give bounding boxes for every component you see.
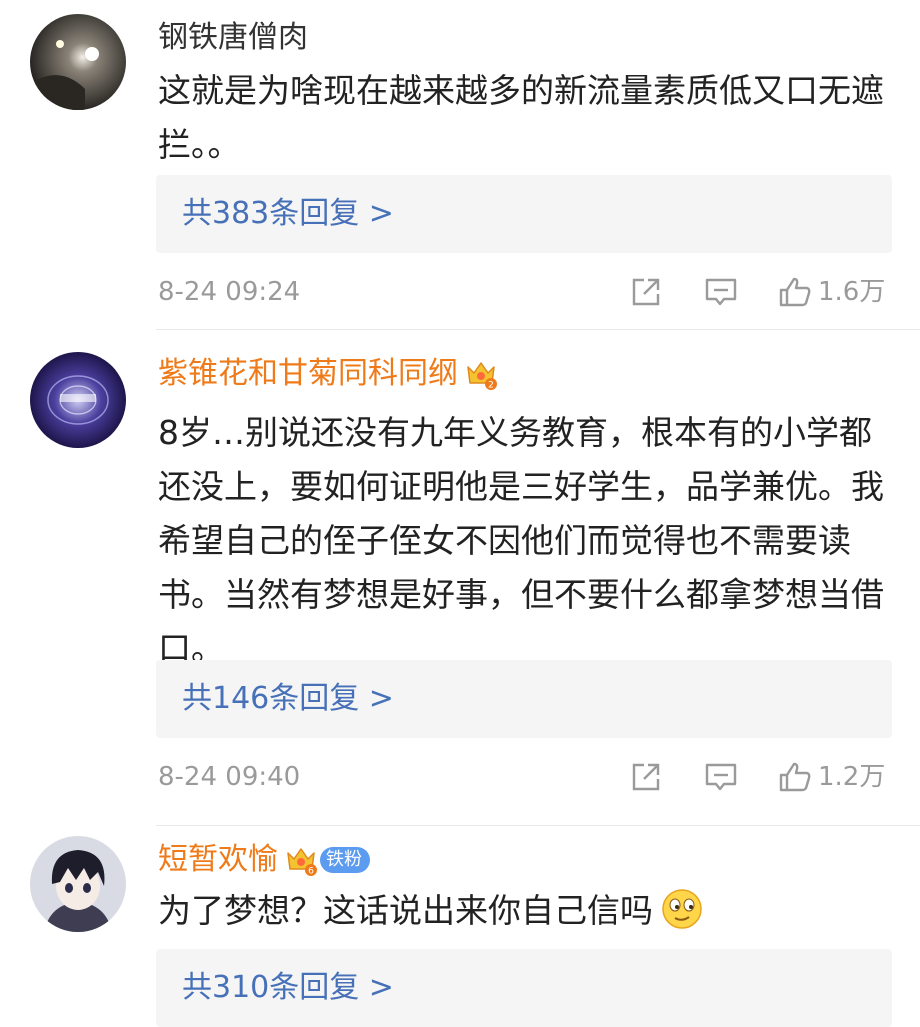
- smirk-face-emoji-icon: [662, 889, 702, 929]
- share-button[interactable]: [630, 276, 662, 308]
- username[interactable]: 紫锥花和甘菊同科同纲: [158, 354, 458, 394]
- comment-meta: 8-24 09:24 1.6万: [158, 272, 892, 312]
- vip-crown-icon: 6: [287, 848, 317, 877]
- like-button[interactable]: 1.6万: [778, 276, 885, 308]
- comment-icon: [705, 278, 737, 306]
- reply-count-link[interactable]: 共383条回复 >: [182, 175, 394, 253]
- comment-text: 8岁…别说还没有九年义务教育，根本有的小学都还没上，要如何证明他是三好学生，品学…: [158, 413, 884, 668]
- avatar[interactable]: [30, 14, 126, 110]
- comment-text: 这就是为啥现在越来越多的新流量素质低又口无遮拦。。: [158, 71, 884, 164]
- username[interactable]: 短暂欢愉: [158, 840, 278, 880]
- fan-badge: 铁粉: [320, 847, 370, 873]
- thumbs-up-icon: [779, 277, 811, 307]
- avatar[interactable]: [30, 836, 126, 932]
- comment-text: 为了梦想？这话说出来你自己信吗: [158, 884, 888, 938]
- like-button[interactable]: 1.2万: [778, 761, 885, 793]
- svg-text:6: 6: [308, 867, 314, 877]
- comment-text-content: 为了梦想？这话说出来你自己信吗: [158, 891, 653, 930]
- comment-button[interactable]: [704, 276, 738, 308]
- thumbs-up-icon: [779, 762, 811, 792]
- timestamp: 8-24 09:24: [158, 277, 301, 307]
- anime-boy-avatar-icon: [30, 836, 126, 932]
- username[interactable]: 钢铁唐僧肉: [158, 18, 308, 58]
- timestamp: 8-24 09:40: [158, 762, 301, 792]
- like-count: 1.6万: [818, 277, 886, 307]
- night-photo-avatar-icon: [30, 14, 126, 110]
- comment-1: 钢铁唐僧肉 这就是为啥现在越来越多的新流量素质低又口无遮拦。。 共383条回复 …: [0, 0, 920, 330]
- share-icon: [632, 763, 660, 791]
- vip-crown-icon: 2: [467, 362, 497, 391]
- like-count: 1.2万: [818, 762, 886, 792]
- comment-3: 短暂欢愉 6 铁粉 为了梦想？这话说出来你自己信吗 共310条回复 >: [0, 826, 920, 1027]
- purple-galaxy-avatar-icon: [30, 352, 126, 448]
- comment-button[interactable]: [704, 761, 738, 793]
- comment-2: 紫锥花和甘菊同科同纲 2 8岁…别说还没有九年义务教育，根本有的小学都还没上，要…: [0, 330, 920, 826]
- share-button[interactable]: [630, 761, 662, 793]
- comment-meta: 8-24 09:40 1.2万: [158, 757, 892, 797]
- reply-link-box[interactable]: 共146条回复 >: [156, 660, 892, 738]
- reply-count-link[interactable]: 共146条回复 >: [182, 660, 394, 738]
- avatar[interactable]: [30, 352, 126, 448]
- comment-icon: [705, 763, 737, 791]
- reply-link-box[interactable]: 共310条回复 >: [156, 949, 892, 1027]
- reply-link-box[interactable]: 共383条回复 >: [156, 175, 892, 253]
- reply-count-link[interactable]: 共310条回复 >: [182, 949, 394, 1027]
- svg-text:2: 2: [488, 381, 494, 391]
- share-icon: [632, 278, 660, 306]
